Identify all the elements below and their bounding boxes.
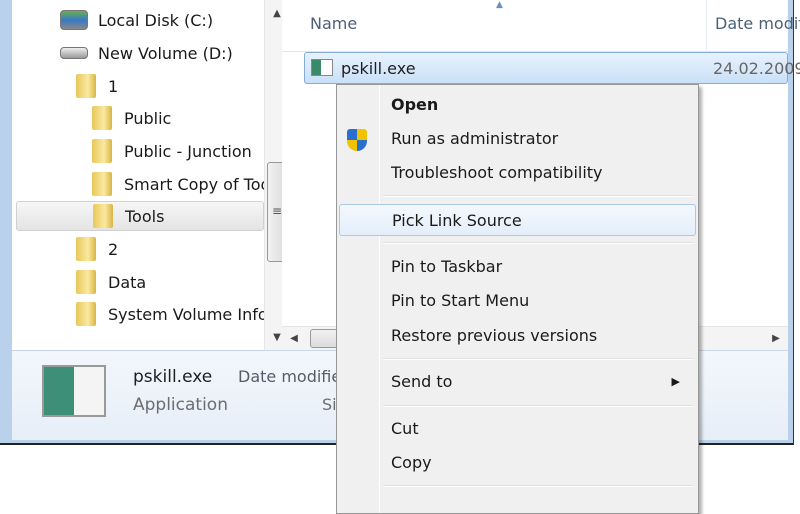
folder-icon — [92, 172, 112, 196]
menu-item-open[interactable]: Open — [339, 89, 696, 121]
nav-item-tools[interactable]: Tools — [16, 201, 264, 231]
nav-item-local-disk-c[interactable]: Local Disk (C:) — [60, 5, 264, 35]
nav-item-public-junction[interactable]: Public - Junction — [92, 136, 264, 166]
column-headers: Name ▲ Date modified — [282, 0, 800, 52]
nav-item-new-volume-d[interactable]: New Volume (D:) — [60, 38, 264, 68]
sort-ascending-icon: ▲ — [496, 0, 503, 10]
menu-item-copy[interactable]: Copy — [339, 447, 696, 479]
menu-item-pin-to-start-menu[interactable]: Pin to Start Menu — [339, 285, 696, 317]
menu-item-pick-link-source[interactable]: Pick Link Source — [339, 204, 696, 236]
menu-separator — [383, 405, 693, 407]
drive-windows-icon — [60, 10, 88, 30]
menu-item-run-as-administrator[interactable]: Run as administrator — [339, 123, 696, 155]
folder-junction-icon — [92, 139, 112, 163]
column-header-date-modified[interactable]: Date modified — [706, 0, 800, 52]
folder-icon — [76, 74, 96, 98]
submenu-arrow-icon: ▶ — [671, 375, 680, 388]
scroll-left-arrow-icon[interactable]: ◀ — [282, 333, 306, 344]
menu-item-cut[interactable]: Cut — [339, 413, 696, 445]
application-large-icon — [42, 365, 106, 417]
nav-item-smart-copy[interactable]: Smart Copy of Tools — [92, 169, 264, 199]
nav-item-system-volume-information[interactable]: System Volume Information — [76, 299, 264, 329]
file-row-pskill[interactable]: pskill.exe 24.02.2009 — [304, 52, 800, 84]
menu-separator — [383, 485, 693, 487]
menu-item-send-to[interactable]: Send to ▶ — [339, 366, 696, 398]
menu-item-pin-to-taskbar[interactable]: Pin to Taskbar — [339, 251, 696, 283]
drive-icon — [60, 47, 88, 59]
nav-item-2[interactable]: 2 — [76, 234, 264, 264]
application-icon — [311, 59, 333, 76]
uac-shield-icon — [347, 129, 367, 151]
menu-item-troubleshoot-compatibility[interactable]: Troubleshoot compatibility — [339, 157, 696, 189]
folder-icon — [93, 204, 113, 228]
menu-separator — [383, 242, 693, 244]
menu-item-restore-previous-versions[interactable]: Restore previous versions — [339, 320, 696, 352]
menu-separator — [383, 195, 693, 197]
folder-icon — [76, 270, 96, 294]
context-menu: Open Run as administrator Troubleshoot c… — [336, 84, 699, 514]
navigation-pane: Local Disk (C:) New Volume (D:) 1 Public… — [12, 0, 288, 350]
menu-separator — [383, 358, 693, 360]
folder-icon — [76, 237, 96, 261]
nav-item-1[interactable]: 1 — [76, 71, 264, 101]
nav-item-public[interactable]: Public — [92, 103, 264, 133]
folder-icon — [76, 302, 96, 326]
column-header-name[interactable]: Name — [310, 14, 357, 33]
nav-item-data[interactable]: Data — [76, 267, 264, 297]
folder-icon — [92, 106, 112, 130]
scroll-right-arrow-icon[interactable]: ▶ — [764, 333, 788, 344]
